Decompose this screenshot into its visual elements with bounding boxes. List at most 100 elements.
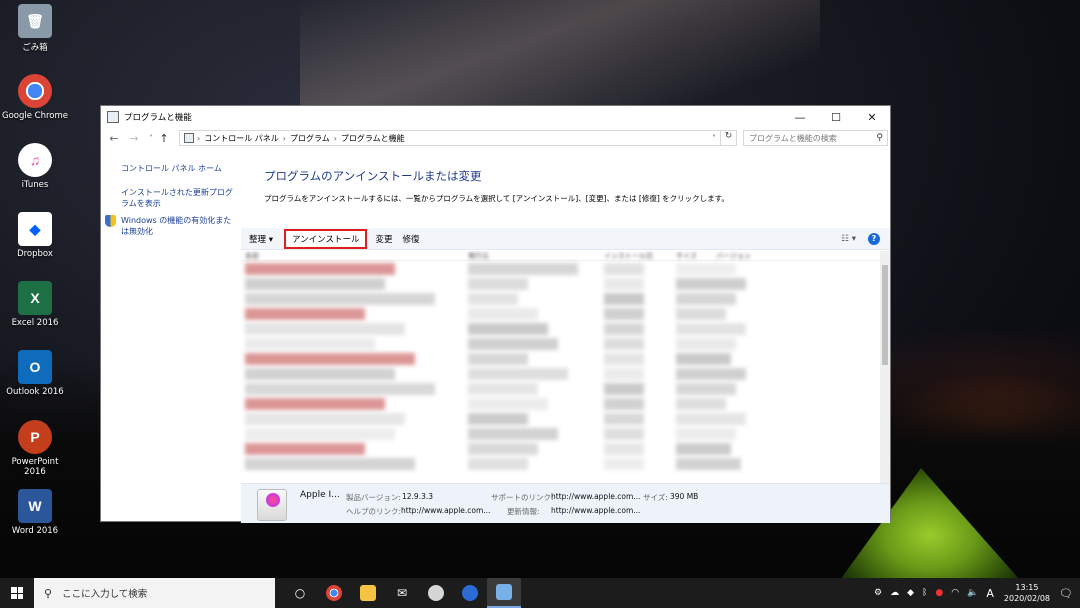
desktop-icon-itunes[interactable]: ♫ iTunes (0, 143, 70, 190)
view-options-button[interactable]: ☷ ▾ (841, 234, 856, 244)
blurred-cell (676, 382, 736, 395)
repair-button[interactable]: 修復 (400, 233, 427, 245)
forward-arrow-icon[interactable]: → (127, 132, 141, 145)
windows-features-link[interactable]: Windows の機能の有効化または無効化 (121, 215, 239, 237)
program-row[interactable] (241, 411, 880, 426)
program-row[interactable] (241, 291, 880, 306)
column-header-publisher[interactable]: 発行元 (468, 251, 604, 260)
blurred-cell (676, 442, 731, 455)
clock[interactable]: 13:15 2020/02/08 (1004, 582, 1050, 604)
help-icon[interactable]: ? (868, 232, 880, 245)
volume-icon[interactable]: 🔈 (967, 588, 978, 598)
installed-updates-link[interactable]: インストールされた更新プログラムを表示 (121, 187, 239, 209)
itunes-icon: ♫ (18, 143, 52, 177)
desktop-icon-outlook[interactable]: O Outlook 2016 (0, 350, 70, 397)
breadcrumb-programs-features[interactable]: プログラムと機能 (341, 133, 405, 144)
start-button[interactable] (0, 578, 34, 608)
outlook-icon: O (18, 350, 52, 384)
taskbar-control-panel[interactable] (487, 578, 521, 608)
blurred-cell (468, 427, 558, 440)
help-link-value[interactable]: http://www.apple.com... (401, 506, 490, 515)
update-info-value[interactable]: http://www.apple.com... (551, 506, 640, 515)
bluetooth-icon[interactable]: ᛒ (922, 588, 927, 598)
uninstall-button[interactable]: アンインストール (283, 228, 368, 249)
column-header-name[interactable]: 名前 (241, 251, 468, 260)
dropbox-icon: ◆ (18, 212, 52, 246)
tray-dropbox-icon[interactable]: ◆ (907, 588, 914, 598)
address-bar[interactable]: › コントロール パネル › プログラム › プログラムと機能 ˅ (179, 130, 721, 146)
notification-center-icon[interactable]: 🗨 (1058, 587, 1074, 600)
control-panel-home-link[interactable]: コントロール パネル ホーム (121, 163, 239, 174)
program-row[interactable] (241, 366, 880, 381)
column-header-size[interactable]: サイズ (676, 251, 716, 260)
column-headers: 名前 発行元 インストール日 サイズ バージョン (241, 251, 880, 261)
chevron-right-icon: › (333, 133, 337, 143)
organize-button[interactable]: 整理 ▾ (241, 233, 281, 245)
close-button[interactable]: ✕ (854, 111, 890, 124)
blurred-cell (245, 397, 385, 410)
taskbar-mail[interactable]: ✉ (385, 578, 419, 608)
task-view-button[interactable]: ○ (283, 578, 317, 608)
wifi-icon[interactable]: ◠ (951, 588, 959, 598)
blurred-cell (245, 412, 405, 425)
breadcrumb-programs[interactable]: プログラム (290, 133, 330, 144)
program-row[interactable] (241, 321, 880, 336)
tray-cloud-icon[interactable]: ☁ (890, 588, 899, 598)
taskbar-search-box[interactable]: ⚲ ここに入力して検索 (34, 578, 275, 608)
shield-icon (105, 215, 116, 227)
desktop-icon-recycle-bin[interactable]: 🗑 ごみ箱 (0, 4, 70, 53)
tray-app-icon[interactable]: ⚙ (874, 588, 882, 598)
program-row[interactable] (241, 456, 880, 471)
maximize-button[interactable]: ☐ (818, 111, 854, 124)
taskbar-paint[interactable] (419, 578, 453, 608)
taskbar-chrome[interactable] (317, 578, 351, 608)
program-row[interactable] (241, 261, 880, 276)
program-row[interactable] (241, 426, 880, 441)
ime-indicator[interactable]: A (986, 587, 994, 600)
taskbar-file-explorer[interactable] (351, 578, 385, 608)
breadcrumb-control-panel[interactable]: コントロール パネル (204, 133, 279, 144)
program-row[interactable] (241, 381, 880, 396)
search-input[interactable]: プログラムと機能の検索 ⚲ (743, 130, 888, 146)
taskbar-app[interactable] (453, 578, 487, 608)
program-list[interactable]: 名前 発行元 インストール日 サイズ バージョン (241, 251, 880, 483)
program-row[interactable] (241, 276, 880, 291)
search-placeholder: プログラムと機能の検索 (749, 133, 837, 143)
blurred-cell (245, 367, 395, 380)
scrollbar-thumb[interactable] (882, 265, 888, 365)
security-icon[interactable]: ● (935, 588, 943, 598)
desktop-icon-dropbox[interactable]: ◆ Dropbox (0, 212, 70, 259)
support-link-value[interactable]: http://www.apple.com... (551, 492, 640, 501)
windows-logo-icon (11, 587, 23, 599)
blurred-cell (468, 352, 528, 365)
desktop-icon-chrome[interactable]: Google Chrome (0, 74, 70, 121)
list-scrollbar[interactable] (880, 251, 890, 483)
address-dropdown-icon[interactable]: ˅ (712, 134, 716, 143)
program-row[interactable] (241, 441, 880, 456)
program-row[interactable] (241, 351, 880, 366)
desktop-icon-label: PowerPoint 2016 (11, 457, 59, 477)
excel-icon: X (18, 281, 52, 315)
powerpoint-icon: P (18, 420, 52, 454)
refresh-button[interactable]: ↻ (721, 130, 737, 146)
back-arrow-icon[interactable]: ← (107, 132, 121, 145)
change-button[interactable]: 変更 (367, 233, 400, 245)
recent-dropdown-icon[interactable]: ˅ (147, 134, 155, 143)
search-icon[interactable]: ⚲ (876, 133, 883, 143)
desktop-icon-powerpoint[interactable]: P PowerPoint 2016 (0, 420, 70, 477)
program-row[interactable] (241, 306, 880, 321)
title-bar[interactable]: プログラムと機能 — ☐ ✕ (101, 106, 890, 128)
up-arrow-icon[interactable]: ↑ (157, 132, 171, 145)
minimize-button[interactable]: — (782, 111, 818, 124)
chrome-icon (326, 585, 342, 601)
desktop-icon-word[interactable]: W Word 2016 (0, 489, 70, 536)
column-header-version[interactable]: バージョン (716, 251, 796, 260)
desktop-icon-excel[interactable]: X Excel 2016 (0, 281, 70, 328)
program-row[interactable] (241, 336, 880, 351)
control-panel-small-icon (184, 133, 194, 143)
program-row[interactable] (241, 396, 880, 411)
main-content: プログラムのアンインストールまたは変更 プログラムをアンインストールするには、一… (241, 150, 890, 523)
blurred-cell (468, 337, 558, 350)
column-header-install-date[interactable]: インストール日 (604, 251, 676, 260)
blurred-cell (604, 292, 644, 305)
